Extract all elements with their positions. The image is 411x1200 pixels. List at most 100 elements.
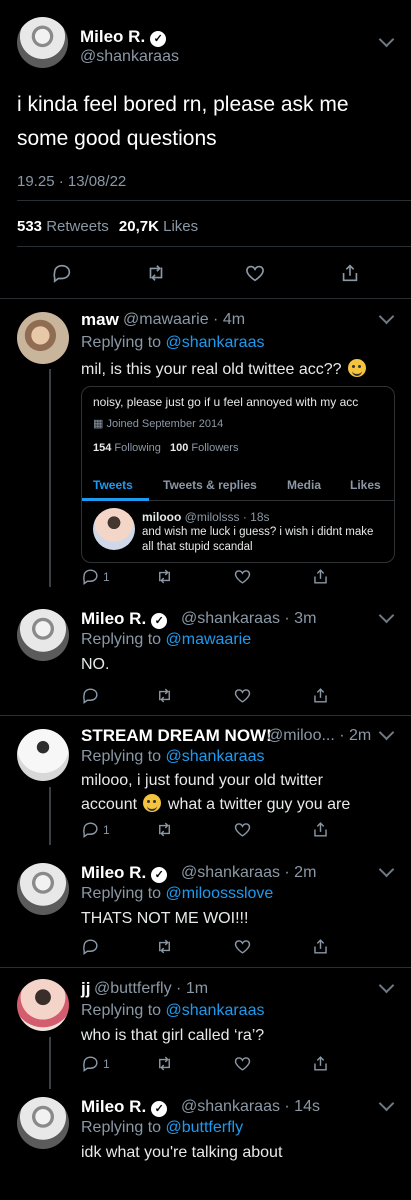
- handle[interactable]: @mawaarie · 4m: [123, 311, 245, 329]
- like-icon[interactable]: [244, 262, 266, 284]
- share-icon[interactable]: [339, 262, 361, 284]
- like-icon[interactable]: [233, 1054, 252, 1073]
- avatar[interactable]: [17, 729, 69, 781]
- display-name[interactable]: Mileo R. ✓: [81, 609, 168, 629]
- chevron-down-icon[interactable]: [378, 861, 395, 878]
- retweet-count[interactable]: 533: [17, 218, 42, 235]
- active-tab-indicator: [82, 498, 149, 501]
- avatar[interactable]: [17, 609, 69, 661]
- retweet-icon[interactable]: [155, 820, 174, 839]
- display-name[interactable]: STREAM DREAM NOW!: [81, 726, 272, 746]
- share-icon[interactable]: [311, 937, 330, 956]
- replying-to-link[interactable]: @miloossslove: [166, 885, 274, 902]
- share-icon[interactable]: [311, 567, 330, 586]
- like-icon[interactable]: [233, 820, 252, 839]
- profile-bio: noisy, please just go if u feel annoyed …: [93, 395, 359, 409]
- retweet-icon[interactable]: [155, 686, 174, 705]
- mini-display-name[interactable]: milooo: [142, 510, 181, 524]
- reply-icon[interactable]: [81, 567, 100, 586]
- like-icon[interactable]: [233, 937, 252, 956]
- display-name[interactable]: Mileo R. ✓: [81, 1097, 168, 1117]
- avatar[interactable]: [17, 312, 69, 364]
- share-icon[interactable]: [311, 820, 330, 839]
- followers-count[interactable]: 100: [170, 442, 188, 454]
- reply-count[interactable]: 1: [103, 823, 110, 837]
- handle[interactable]: @miloo... · 2m: [267, 727, 371, 745]
- replying-to: Replying to @shankaraas: [81, 748, 264, 766]
- retweets-label[interactable]: Retweets: [46, 218, 109, 235]
- like-icon[interactable]: [233, 686, 252, 705]
- chevron-down-icon[interactable]: [378, 1095, 395, 1112]
- share-icon[interactable]: [311, 686, 330, 705]
- like-count[interactable]: 20,7K: [119, 218, 159, 235]
- retweet-icon[interactable]: [155, 1054, 174, 1073]
- display-name-text[interactable]: Mileo R.: [81, 609, 146, 628]
- avatar[interactable]: [17, 17, 68, 68]
- following-label[interactable]: Following: [114, 442, 160, 454]
- avatar[interactable]: [17, 1097, 69, 1149]
- tab-media[interactable]: Media: [287, 478, 321, 492]
- chevron-down-icon[interactable]: [378, 31, 395, 48]
- profile-tabs: Tweets Tweets & replies Media Likes: [82, 469, 394, 501]
- reply-count[interactable]: 1: [103, 1057, 110, 1071]
- handle[interactable]: @buttferfly · 1m: [94, 980, 208, 998]
- main-tweet-handle[interactable]: @shankaraas: [80, 48, 179, 66]
- retweet-icon[interactable]: [145, 262, 167, 284]
- avatar[interactable]: [93, 508, 135, 550]
- embedded-card[interactable]: noisy, please just go if u feel annoyed …: [81, 386, 395, 563]
- mini-tweet-text: and wish me luck i guess? i wish i didnt…: [142, 526, 374, 553]
- main-tweet-name[interactable]: Mileo R. ✓: [80, 27, 167, 47]
- reply-tweet[interactable]: STREAM DREAM NOW! @miloo... · 2m Replyin…: [0, 721, 411, 845]
- reply-tweet[interactable]: maw @mawaarie · 4m Replying to @shankara…: [0, 307, 411, 590]
- replying-to-link[interactable]: @shankaraas: [166, 334, 265, 351]
- chevron-down-icon[interactable]: [378, 607, 395, 624]
- replying-to-link[interactable]: @mawaarie: [166, 631, 252, 648]
- reply-icon[interactable]: [81, 686, 100, 705]
- display-name[interactable]: maw: [81, 310, 119, 330]
- following-count[interactable]: 154: [93, 442, 111, 454]
- replying-to: Replying to @buttferfly: [81, 1119, 243, 1137]
- reply-count[interactable]: 1: [103, 570, 110, 584]
- likes-label[interactable]: Likes: [163, 218, 198, 235]
- replying-to-link[interactable]: @shankaraas: [166, 1002, 265, 1019]
- retweet-icon[interactable]: [155, 567, 174, 586]
- display-name[interactable]: Mileo R.: [80, 27, 145, 46]
- handle[interactable]: @shankaraas · 2m: [181, 864, 316, 882]
- reply-icon[interactable]: [81, 1054, 100, 1073]
- display-name[interactable]: jj: [81, 979, 90, 999]
- display-name-text[interactable]: Mileo R.: [81, 1097, 146, 1116]
- like-icon[interactable]: [233, 567, 252, 586]
- thread-line: [49, 369, 51, 587]
- mini-handle[interactable]: @milolsss · 18s: [185, 510, 270, 524]
- reply-icon[interactable]: [81, 820, 100, 839]
- timestamp[interactable]: 19.25 · 13/08/22: [17, 173, 126, 190]
- reply-tweet[interactable]: Mileo R. ✓ @shankaraas · 14s Replying to …: [0, 1092, 411, 1200]
- grinning-sweat-emoji: [348, 359, 366, 377]
- display-name[interactable]: Mileo R. ✓: [81, 863, 168, 883]
- replying-to-link[interactable]: @shankaraas: [166, 748, 265, 765]
- chevron-down-icon[interactable]: [378, 977, 395, 994]
- reply-icon[interactable]: [51, 262, 73, 284]
- tab-tweets-replies[interactable]: Tweets & replies: [163, 478, 257, 492]
- thread-line: [49, 1037, 51, 1089]
- avatar[interactable]: [17, 863, 69, 915]
- handle[interactable]: @shankaraas · 3m: [181, 610, 316, 628]
- handle[interactable]: @shankaraas · 14s: [181, 1098, 320, 1116]
- mini-tweet-author[interactable]: milooo @milolsss · 18s: [142, 510, 270, 524]
- chevron-down-icon[interactable]: [378, 308, 395, 325]
- chevron-down-icon[interactable]: [378, 724, 395, 741]
- tab-tweets[interactable]: Tweets: [93, 478, 133, 492]
- retweet-icon[interactable]: [155, 937, 174, 956]
- avatar[interactable]: [17, 979, 69, 1031]
- tweet-text: THATS NOT ME WOI!!!: [81, 910, 249, 927]
- reply-tweet[interactable]: jj @buttferfly · 1m Replying to @shankar…: [0, 975, 411, 1089]
- tab-likes[interactable]: Likes: [350, 478, 381, 492]
- reply-tweet[interactable]: Mileo R. ✓ @shankaraas · 2m Replying to @…: [0, 858, 411, 961]
- replying-to-link[interactable]: @buttferfly: [166, 1119, 244, 1136]
- share-icon[interactable]: [311, 1054, 330, 1073]
- display-name-text[interactable]: Mileo R.: [81, 863, 146, 882]
- reply-tweet[interactable]: Mileo R. ✓ @shankaraas · 3m Replying to @…: [0, 604, 411, 710]
- reply-icon[interactable]: [81, 937, 100, 956]
- followers-label[interactable]: Followers: [191, 442, 238, 454]
- tweet-text: NO.: [81, 656, 110, 673]
